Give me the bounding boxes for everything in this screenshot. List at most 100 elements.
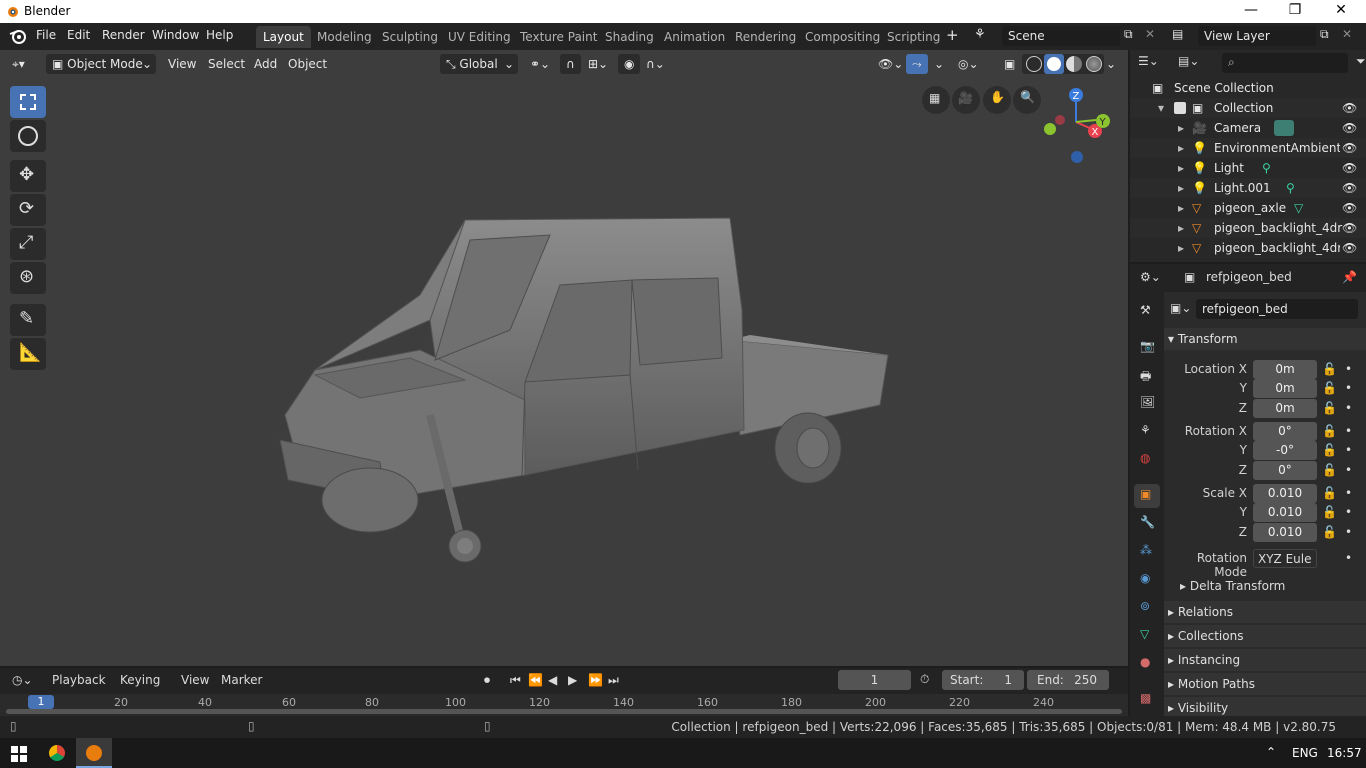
playhead[interactable]: 1: [28, 695, 54, 709]
clock[interactable]: 16:57: [1327, 746, 1362, 760]
play-icon[interactable]: ▶: [568, 673, 577, 687]
cursor-tool[interactable]: [10, 120, 46, 152]
collections-panel-header[interactable]: ▸ Collections: [1164, 625, 1366, 647]
menu-keying[interactable]: Keying: [120, 673, 160, 687]
tab-rendering[interactable]: Rendering: [728, 26, 803, 48]
tab-world[interactable]: ◍: [1134, 448, 1160, 472]
menu-view[interactable]: View: [162, 54, 202, 74]
select-box-tool[interactable]: [10, 86, 46, 118]
tab-modifiers[interactable]: 🔧: [1134, 512, 1160, 536]
tab-animation[interactable]: Animation: [657, 26, 732, 48]
scene-browse-icon[interactable]: ⚘: [974, 27, 986, 42]
tab-scene[interactable]: ⚘: [1134, 420, 1160, 444]
keyframe-dot-icon[interactable]: •: [1345, 424, 1352, 438]
tab-sculpting[interactable]: Sculpting: [375, 26, 445, 48]
material-shading-icon[interactable]: [1066, 56, 1082, 72]
chrome-taskbar-button[interactable]: [40, 738, 76, 768]
outliner-row-light-001[interactable]: ▸ 💡 Light.001 ⚲ 👁: [1130, 178, 1366, 198]
tab-uv-editing[interactable]: UV Editing: [441, 26, 518, 48]
menu-window[interactable]: Window: [152, 28, 199, 42]
timeline-editor-icon[interactable]: ◷⌄: [12, 673, 33, 687]
scene-new-icon[interactable]: ⧉: [1124, 27, 1133, 42]
outliner-row-camera[interactable]: ▸ 🎥 Camera 👁: [1130, 118, 1366, 138]
snap-target-icon[interactable]: ⊞⌄: [582, 54, 614, 74]
tab-object[interactable]: ▣: [1134, 484, 1160, 508]
scale-y-field[interactable]: 0.010: [1253, 503, 1317, 522]
light-data-icon[interactable]: ⚲: [1262, 158, 1271, 178]
rotation-x-field[interactable]: 0°: [1253, 422, 1317, 441]
tab-texture[interactable]: ▩: [1134, 688, 1160, 712]
location-x-field[interactable]: 0m: [1253, 360, 1317, 379]
pin-icon[interactable]: 📌: [1342, 270, 1357, 284]
tab-layout[interactable]: Layout: [256, 26, 311, 48]
record-icon[interactable]: ⏺: [484, 673, 490, 688]
play-reverse-icon[interactable]: ◀: [548, 673, 557, 687]
outliner-row-light[interactable]: ▸ 💡 Light ⚲ 👁: [1130, 158, 1366, 178]
stopwatch-icon[interactable]: ⏱: [920, 672, 929, 687]
transform-tool[interactable]: ⊛: [10, 262, 46, 294]
view-layer-browse-icon[interactable]: ▤: [1172, 27, 1183, 41]
rotation-y-field[interactable]: -0°: [1253, 441, 1317, 460]
tab-render[interactable]: 📷: [1134, 336, 1160, 360]
snap-toggle-icon[interactable]: ∩: [560, 54, 581, 74]
lock-icon[interactable]: 🔓: [1322, 362, 1337, 376]
outliner-row-environment-light[interactable]: ▸ 💡 EnvironmentAmbientLight 👁: [1130, 138, 1366, 158]
add-workspace-button[interactable]: +: [946, 26, 959, 44]
gizmo-toggle-icon[interactable]: ⤳: [906, 54, 928, 74]
solid-shading-button[interactable]: [1044, 54, 1064, 74]
menu-marker[interactable]: Marker: [221, 673, 262, 687]
keyframe-dot-icon[interactable]: •: [1345, 463, 1352, 477]
transform-panel-header[interactable]: ▾ Transform: [1164, 328, 1366, 350]
instancing-panel-header[interactable]: ▸ Instancing: [1164, 649, 1366, 671]
keyframe-dot-icon[interactable]: •: [1345, 486, 1352, 500]
eye-icon[interactable]: 👁: [1342, 138, 1357, 158]
move-tool[interactable]: ✥: [10, 160, 46, 192]
eye-icon[interactable]: 👁: [1342, 118, 1357, 138]
maximize-icon[interactable]: ❐: [1272, 0, 1318, 23]
rotation-mode-dropdown[interactable]: XYZ Eule: [1253, 549, 1317, 568]
lock-icon[interactable]: 🔓: [1322, 525, 1337, 539]
mode-dropdown[interactable]: ▣ Object Mode ⌄: [46, 54, 156, 74]
properties-editor-icon[interactable]: ⚙⌄: [1140, 270, 1161, 284]
outliner-row-collection[interactable]: ▾ ▣ Collection 👁: [1130, 98, 1366, 118]
outliner-row-scene-collection[interactable]: ▣ Scene Collection: [1130, 78, 1366, 98]
keyframe-dot-icon[interactable]: •: [1345, 381, 1352, 395]
rotate-tool[interactable]: ⟳: [10, 194, 46, 226]
overlay-toggle-icon[interactable]: ◎⌄: [952, 54, 985, 74]
view-layer-field[interactable]: View Layer: [1198, 26, 1316, 46]
camera-data-icon[interactable]: [1274, 120, 1294, 136]
lock-icon[interactable]: 🔓: [1322, 401, 1337, 415]
tab-modeling[interactable]: Modeling: [310, 26, 379, 48]
truck-model[interactable]: [260, 200, 900, 570]
menu-object[interactable]: Object: [282, 54, 333, 74]
timeline-scrollbar[interactable]: [6, 709, 1122, 714]
falloff-icon[interactable]: ∩⌄: [640, 54, 671, 74]
object-name-field[interactable]: refpigeon_bed: [1196, 299, 1358, 319]
eye-icon[interactable]: 👁: [1342, 98, 1357, 118]
tab-particles[interactable]: ⁂: [1134, 540, 1160, 564]
lock-icon[interactable]: 🔓: [1322, 443, 1337, 457]
keyframe-dot-icon[interactable]: •: [1345, 443, 1352, 457]
outliner-search-input[interactable]: [1222, 53, 1348, 73]
editor-type-icon[interactable]: ⌖▾: [6, 54, 31, 74]
keyframe-dot-icon[interactable]: •: [1345, 362, 1352, 376]
3d-viewport[interactable]: ⌖▾ ▣ Object Mode ⌄ View Select Add Object…: [0, 50, 1128, 666]
xray-toggle-icon[interactable]: ▣: [998, 54, 1021, 74]
motion-paths-panel-header[interactable]: ▸ Motion Paths: [1164, 673, 1366, 695]
tab-physics[interactable]: ◉: [1134, 568, 1160, 592]
outliner-editor-icon[interactable]: ☰⌄: [1138, 54, 1159, 68]
minimize-icon[interactable]: —: [1228, 0, 1274, 23]
location-y-field[interactable]: 0m: [1253, 379, 1317, 398]
jump-start-icon[interactable]: ⏮: [510, 673, 521, 688]
outliner-row-pigeon-backlight-int[interactable]: ▸ ▽ pigeon_backlight_4dr_int 👁: [1130, 238, 1366, 258]
navigation-gizmo[interactable]: Z X Y: [1038, 86, 1118, 166]
scale-x-field[interactable]: 0.010: [1253, 484, 1317, 503]
menu-file[interactable]: File: [36, 28, 56, 42]
prev-keyframe-icon[interactable]: ⏪: [528, 673, 543, 687]
relations-panel-header[interactable]: ▸ Relations: [1164, 601, 1366, 623]
menu-add[interactable]: Add: [248, 54, 283, 74]
filter-icon[interactable]: ⏷: [1356, 54, 1366, 69]
display-mode-icon[interactable]: ▤⌄: [1178, 54, 1199, 68]
camera-view-button[interactable]: 🎥: [952, 86, 980, 114]
gizmo-menu-icon[interactable]: ⌄: [928, 54, 950, 74]
